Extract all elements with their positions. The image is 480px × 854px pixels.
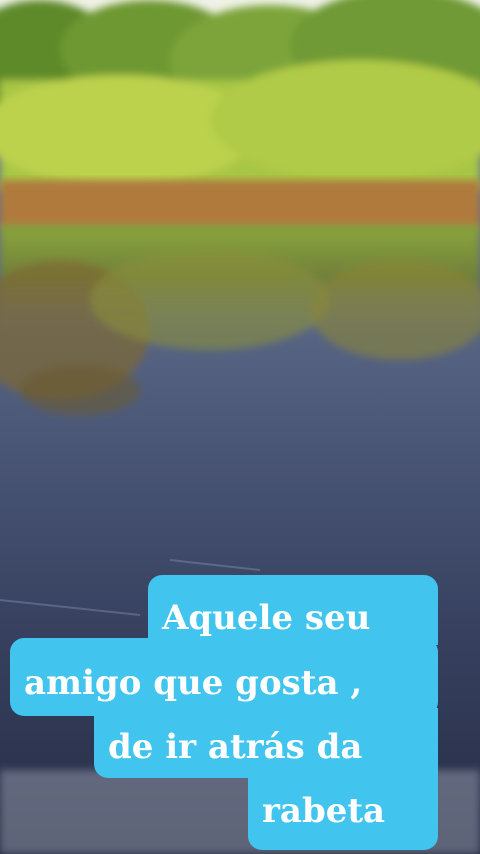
caption-line-3: de ir atrás da [94,708,438,778]
caption-line-2: amigo que gosta , [10,638,438,716]
caption-line-4: rabeta [248,770,438,850]
treeline [0,0,480,190]
river-bank [0,180,480,230]
caption-line-1: Aquele seu [148,575,438,645]
